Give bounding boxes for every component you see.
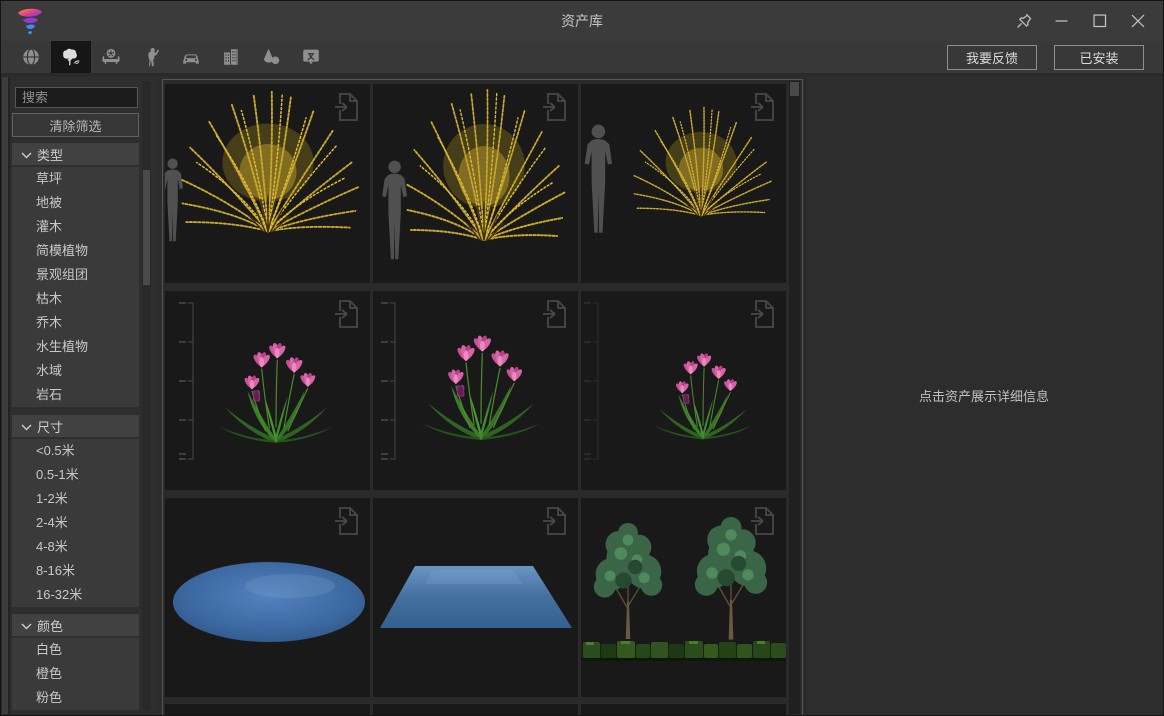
- filter-item[interactable]: 2-4米: [12, 511, 139, 535]
- asset-tile[interactable]: [373, 498, 578, 697]
- size-filter-list: <0.5米 0.5-1米 1-2米 2-4米 4-8米 8-16米 16-32米: [12, 439, 139, 607]
- asset-tile[interactable]: [581, 498, 786, 697]
- feedback-button[interactable]: 我要反馈: [947, 45, 1037, 70]
- detail-panel: 点击资产展示详细信息: [805, 77, 1162, 714]
- tab-furniture[interactable]: [91, 41, 131, 73]
- filter-item[interactable]: 1-2米: [12, 487, 139, 511]
- section-header-color[interactable]: 颜色: [12, 614, 139, 636]
- import-asset-icon[interactable]: [542, 506, 568, 536]
- window-edge-strip: [2, 77, 10, 714]
- chevron-down-icon: [21, 419, 32, 434]
- asset-tile[interactable]: [165, 291, 370, 490]
- import-asset-icon[interactable]: [750, 92, 776, 122]
- filter-item[interactable]: 4-8米: [12, 535, 139, 559]
- tab-buildings[interactable]: [211, 41, 251, 73]
- section-header-size[interactable]: 尺寸: [12, 415, 139, 437]
- search-input[interactable]: [15, 87, 138, 108]
- filter-item[interactable]: 景观组团: [12, 263, 139, 287]
- chevron-down-icon: [21, 618, 32, 633]
- asset-tile-partial[interactable]: [165, 704, 370, 715]
- maximize-icon[interactable]: [1081, 6, 1119, 36]
- asset-library-window: 资产库: [0, 0, 1164, 716]
- asset-grid: [162, 79, 803, 716]
- color-filter-list: 白色 橙色 粉色: [12, 638, 139, 710]
- filter-item[interactable]: 岩石: [12, 383, 139, 407]
- import-asset-icon[interactable]: [334, 299, 360, 329]
- tab-globe[interactable]: [11, 41, 51, 73]
- tab-vehicles[interactable]: [171, 41, 211, 73]
- import-asset-icon[interactable]: [542, 299, 568, 329]
- filter-item[interactable]: 0.5-1米: [12, 463, 139, 487]
- installed-button[interactable]: 已安装: [1054, 45, 1144, 70]
- import-asset-icon[interactable]: [750, 299, 776, 329]
- asset-tile-partial[interactable]: [581, 704, 786, 715]
- filter-item[interactable]: 灌木: [12, 215, 139, 239]
- section-title: 类型: [37, 145, 63, 164]
- category-tabs: [11, 41, 331, 73]
- sidebar-scrollbar[interactable]: [142, 81, 151, 710]
- window-controls: [1005, 1, 1157, 41]
- filter-item[interactable]: 枯木: [12, 287, 139, 311]
- filter-item[interactable]: 白色: [12, 638, 139, 662]
- tab-people[interactable]: [131, 41, 171, 73]
- filter-item[interactable]: 水域: [12, 359, 139, 383]
- filter-sidebar: 清除筛选 类型 草坪 地被 灌木 简模植物 景观组团 枯木 乔木 水生植物 水域…: [11, 77, 157, 714]
- sidebar-scrollbar-thumb[interactable]: [143, 170, 150, 285]
- toolbar-actions: 我要反馈 已安装: [947, 45, 1144, 70]
- grid-scrollbar[interactable]: [789, 81, 800, 714]
- asset-tile[interactable]: [373, 291, 578, 490]
- window-title: 资产库: [1, 1, 1163, 41]
- tab-language[interactable]: [291, 41, 331, 73]
- filter-item[interactable]: <0.5米: [12, 439, 139, 463]
- filter-item[interactable]: 简模植物: [12, 239, 139, 263]
- asset-tile[interactable]: [165, 498, 370, 697]
- import-asset-icon[interactable]: [334, 506, 360, 536]
- filter-item[interactable]: 16-32米: [12, 583, 139, 607]
- filter-item[interactable]: 水生植物: [12, 335, 139, 359]
- minimize-icon[interactable]: [1043, 6, 1081, 36]
- asset-tile[interactable]: [165, 84, 370, 283]
- import-asset-icon[interactable]: [750, 506, 776, 536]
- section-header-type[interactable]: 类型: [12, 143, 139, 165]
- filter-item[interactable]: 8-16米: [12, 559, 139, 583]
- type-filter-list: 草坪 地被 灌木 简模植物 景观组团 枯木 乔木 水生植物 水域 岩石: [12, 167, 139, 407]
- titlebar: 资产库: [1, 1, 1163, 41]
- chevron-down-icon: [21, 147, 32, 162]
- import-asset-icon[interactable]: [542, 92, 568, 122]
- asset-tile[interactable]: [373, 84, 578, 283]
- grid-scrollbar-thumb[interactable]: [790, 82, 799, 96]
- tab-vegetation[interactable]: [51, 41, 91, 73]
- close-icon[interactable]: [1119, 6, 1157, 36]
- filter-item[interactable]: 乔木: [12, 311, 139, 335]
- hedge-row: [581, 641, 786, 661]
- filter-item[interactable]: 粉色: [12, 686, 139, 710]
- asset-tile[interactable]: [581, 84, 786, 283]
- category-toolbar: 我要反馈 已安装: [1, 41, 1163, 76]
- filter-item[interactable]: 草坪: [12, 167, 139, 191]
- detail-placeholder-text: 点击资产展示详细信息: [919, 386, 1049, 405]
- section-title: 颜色: [37, 616, 63, 635]
- import-asset-icon[interactable]: [334, 92, 360, 122]
- asset-tile-partial[interactable]: [373, 704, 578, 715]
- pin-icon[interactable]: [1005, 6, 1043, 36]
- filter-item[interactable]: 橙色: [12, 662, 139, 686]
- filter-item[interactable]: 地被: [12, 191, 139, 215]
- clear-filter-button[interactable]: 清除筛选: [12, 113, 139, 137]
- section-title: 尺寸: [37, 417, 63, 436]
- asset-tile[interactable]: [581, 291, 786, 490]
- tab-primitives[interactable]: [251, 41, 291, 73]
